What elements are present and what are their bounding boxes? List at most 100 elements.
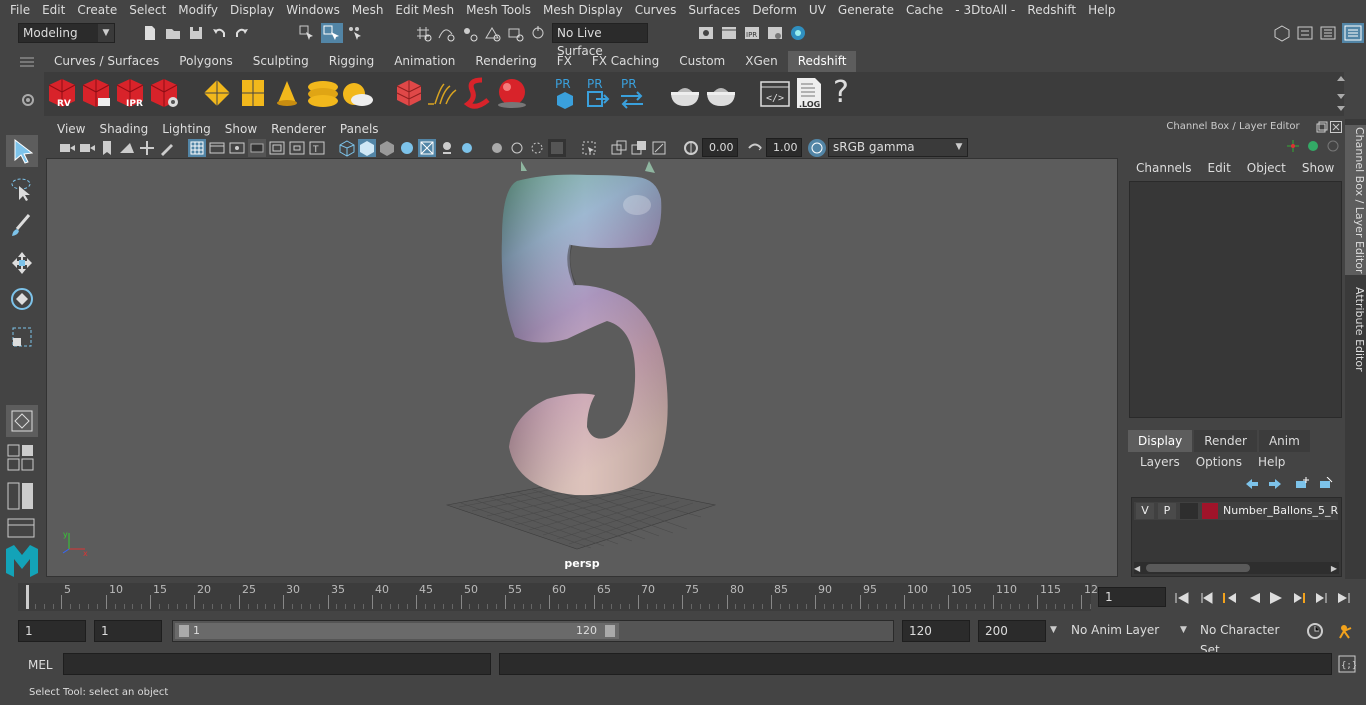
menu-uv[interactable]: UV <box>803 3 832 17</box>
command-language-label[interactable]: MEL <box>28 658 53 672</box>
2d-pan-zoom-icon[interactable] <box>138 139 156 157</box>
select-camera-icon[interactable] <box>58 139 76 157</box>
color-space-dropdown[interactable]: sRGB gamma ▼ <box>828 138 968 157</box>
range-slider-handle[interactable]: 1 120 <box>175 623 619 639</box>
shelf-tab-rigging[interactable]: Rigging <box>319 51 384 72</box>
safe-action-icon[interactable] <box>288 139 306 157</box>
new-layer-selected-icon[interactable] <box>1318 476 1334 492</box>
move-tool-icon[interactable] <box>6 247 38 279</box>
channel-box-menu-show[interactable]: Show <box>1294 161 1342 177</box>
grease-pencil-icon[interactable] <box>158 139 176 157</box>
motion-blur-icon[interactable] <box>488 139 506 157</box>
menu-create[interactable]: Create <box>71 3 123 17</box>
gamma-icon[interactable] <box>746 139 764 157</box>
perspective-viewport[interactable]: yx persp <box>46 158 1118 577</box>
ipr-render-icon[interactable]: IPR <box>743 24 761 42</box>
live-surface-field[interactable]: No Live Surface <box>552 23 648 58</box>
viewport-menu-shading[interactable]: Shading <box>92 122 155 136</box>
smooth-shade-icon[interactable] <box>358 139 376 157</box>
snap-projected-icon[interactable] <box>483 24 501 42</box>
resolution-gate-icon[interactable] <box>228 139 246 157</box>
shelf-tab-fx-caching[interactable]: FX Caching <box>582 51 669 72</box>
channel-box-speed-icon[interactable] <box>1326 139 1340 156</box>
chevron-down-icon[interactable]: ▼ <box>1050 625 1057 635</box>
menu-display[interactable]: Display <box>224 3 280 17</box>
safe-title-icon[interactable]: T <box>308 139 326 157</box>
mode-selector[interactable]: Modeling ▼ <box>18 23 115 43</box>
menu-windows[interactable]: Windows <box>280 3 346 17</box>
redshift-render-options-icon[interactable] <box>148 76 180 110</box>
lasso-tool-icon[interactable] <box>6 173 38 205</box>
range-slider[interactable]: 1 120 <box>172 620 894 642</box>
redshift-volume-icon[interactable] <box>306 78 340 108</box>
layer-playback-toggle[interactable]: P <box>1158 503 1176 519</box>
render-settings-icon[interactable] <box>766 24 784 42</box>
xray-icon[interactable] <box>548 139 566 157</box>
make-live-icon[interactable] <box>529 24 547 42</box>
range-end-grip[interactable] <box>605 625 615 637</box>
shelf-tab-rendering[interactable]: Rendering <box>465 51 546 72</box>
multisample-aa-icon[interactable] <box>508 139 526 157</box>
redshift-hair-icon[interactable] <box>426 80 458 108</box>
exposure-icon[interactable] <box>682 139 700 157</box>
playback-end-field[interactable]: 120 <box>902 620 970 642</box>
layer-row[interactable]: V P Number_Ballons_5_Rai <box>1134 502 1338 520</box>
new-scene-icon[interactable] <box>141 24 159 42</box>
render-view-icon[interactable] <box>697 24 715 42</box>
chevron-down-icon[interactable]: ▼ <box>1180 625 1187 635</box>
hypershade-icon[interactable] <box>789 24 807 42</box>
color-management-icon[interactable] <box>808 139 826 157</box>
layer-menu-help[interactable]: Help <box>1250 455 1293 471</box>
layer-menu-layers[interactable]: Layers <box>1132 455 1188 471</box>
animation-prefs-icon[interactable] <box>1336 622 1356 643</box>
new-layer-icon[interactable] <box>1294 477 1310 492</box>
shelf-tab-xgen[interactable]: XGen <box>735 51 788 72</box>
redshift-script-icon[interactable]: </> <box>760 80 790 108</box>
channel-box-key-icon[interactable] <box>1286 139 1300 156</box>
menu-modify[interactable]: Modify <box>172 3 224 17</box>
redshift-help-icon[interactable]: ? <box>828 76 854 110</box>
scroll-right-icon[interactable]: ▶ <box>1331 564 1337 573</box>
anim-layer-dropdown[interactable]: No Anim Layer <box>1067 620 1177 642</box>
character-set-dropdown[interactable]: No Character Set <box>1196 620 1300 657</box>
close-panel-icon[interactable] <box>1330 121 1342 136</box>
scrollbar-thumb[interactable] <box>1146 564 1250 572</box>
menu-mesh[interactable]: Mesh <box>346 3 390 17</box>
viewport-menu-lighting[interactable]: Lighting <box>155 122 218 136</box>
shelf-tab-polygons[interactable]: Polygons <box>169 51 242 72</box>
time-slider[interactable]: 5 10 15 20 25 30 35 40 45 50 55 60 65 70 75 80 85 90 95 100… <box>18 583 1098 611</box>
redshift-bake-options-icon[interactable] <box>704 80 738 108</box>
menu-file[interactable]: File <box>4 3 36 17</box>
playback-start-field[interactable]: 1 <box>94 620 162 642</box>
snap-point-icon[interactable] <box>460 24 478 42</box>
redshift-ipr-icon[interactable]: IPR <box>114 76 146 110</box>
viewport-menu-view[interactable]: View <box>50 122 92 136</box>
image-plane-icon[interactable] <box>118 139 136 157</box>
layer-color-swatch[interactable] <box>1202 503 1218 519</box>
screen-space-ao-icon[interactable] <box>458 139 476 157</box>
menu-curves[interactable]: Curves <box>629 3 683 17</box>
menu-deform[interactable]: Deform <box>746 3 803 17</box>
redshift-log-icon[interactable]: .LOG <box>794 76 824 110</box>
redshift-sun-sky-icon[interactable] <box>340 78 374 108</box>
script-editor-icon[interactable]: {;} <box>1338 655 1357 676</box>
redshift-bake-icon[interactable] <box>668 80 702 108</box>
menu-mesh-tools[interactable]: Mesh Tools <box>460 3 537 17</box>
shelf-menu-icon[interactable] <box>18 55 36 72</box>
snap-curve-icon[interactable] <box>437 24 455 42</box>
menu-surfaces[interactable]: Surfaces <box>682 3 746 17</box>
isolate-select-icon[interactable] <box>580 139 598 157</box>
tab-attribute-editor[interactable]: Attribute Editor <box>1345 284 1366 374</box>
select-hierarchy-icon[interactable] <box>298 24 316 42</box>
scroll-left-icon[interactable]: ◀ <box>1134 564 1140 573</box>
film-gate-icon[interactable] <box>208 139 226 157</box>
menu-generate[interactable]: Generate <box>832 3 900 17</box>
shelf-settings-gear-icon[interactable] <box>20 92 36 111</box>
redshift-object-id-icon[interactable] <box>394 78 424 108</box>
viewport-menu-renderer[interactable]: Renderer <box>264 122 333 136</box>
open-scene-icon[interactable] <box>164 24 182 42</box>
layer-list-scrollbar[interactable]: ◀ ▶ <box>1134 562 1339 574</box>
wireframe-icon[interactable] <box>338 139 356 157</box>
redshift-render-sequence-icon[interactable] <box>80 76 112 110</box>
layer-tab-anim[interactable]: Anim <box>1258 430 1310 452</box>
